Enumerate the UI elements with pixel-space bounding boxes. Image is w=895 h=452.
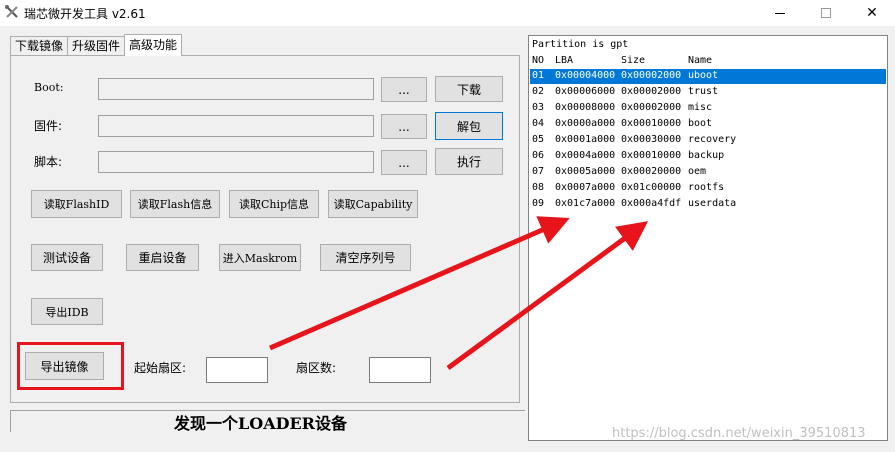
sector-count-label: 扇区数: <box>296 361 337 375</box>
row-size: 0x000a4fdf <box>621 198 682 209</box>
read-chip-info-button[interactable]: 读取Chip信息 <box>229 190 319 218</box>
export-idb-button[interactable]: 导出IDB <box>31 298 103 325</box>
tab-download-image[interactable]: 下载镜像 <box>10 36 69 56</box>
row-size: 0x00030000 <box>621 134 682 145</box>
row-name: uboot <box>688 70 719 81</box>
partition-row[interactable]: 02 0x00006000 0x00002000 trust <box>530 85 886 100</box>
read-capability-button[interactable]: 读取Capability <box>328 190 418 218</box>
row-lba: 0x0007a000 <box>555 182 616 193</box>
firmware-path-input[interactable] <box>98 115 374 137</box>
row-name: trust <box>688 86 719 97</box>
row-size: 0x00002000 <box>621 102 682 113</box>
row-size: 0x00010000 <box>621 150 682 161</box>
script-browse-button[interactable]: ... <box>381 150 427 175</box>
col-size: Size <box>621 55 646 66</box>
row-size: 0x00010000 <box>621 118 682 129</box>
tab-strip: 下载镜像 升级固件 高级功能 <box>10 34 183 56</box>
row-no: 02 <box>532 86 545 97</box>
row-lba: 0x00006000 <box>555 86 616 97</box>
tab-upgrade-firmware[interactable]: 升级固件 <box>67 36 126 56</box>
partition-row[interactable]: 04 0x0000a000 0x00010000 boot <box>530 117 886 132</box>
window-title: 瑞芯微开发工具 v2.61 <box>24 7 146 21</box>
partition-row[interactable]: 08 0x0007a000 0x01c00000 rootfs <box>530 181 886 196</box>
boot-label: Boot: <box>34 81 64 94</box>
row-no: 08 <box>532 182 545 193</box>
row-no: 09 <box>532 198 545 209</box>
test-device-button[interactable]: 测试设备 <box>31 244 103 271</box>
row-no: 03 <box>532 102 545 113</box>
close-icon: ✕ <box>866 5 878 21</box>
partition-row[interactable]: 07 0x0005a000 0x00020000 oem <box>530 165 886 180</box>
tools-icon <box>4 4 20 20</box>
row-lba: 0x0000a000 <box>555 118 616 129</box>
row-name: userdata <box>688 198 737 209</box>
row-no: 04 <box>532 118 545 129</box>
row-lba: 0x00008000 <box>555 102 616 113</box>
row-no: 01 <box>532 70 545 81</box>
unpack-button[interactable]: 解包 <box>435 112 503 140</box>
row-size: 0x00020000 <box>621 166 682 177</box>
enter-maskrom-button[interactable]: 进入Maskrom <box>219 244 301 271</box>
boot-path-input[interactable] <box>98 78 374 100</box>
sector-count-input[interactable] <box>369 357 431 383</box>
reset-device-button[interactable]: 重启设备 <box>126 244 199 271</box>
partition-row[interactable]: 06 0x0004a000 0x00010000 backup <box>530 149 886 164</box>
partition-columns: NO LBA Size Name <box>530 54 886 69</box>
maximize-icon <box>821 8 831 18</box>
row-name: oem <box>688 166 707 177</box>
execute-button[interactable]: 执行 <box>435 148 503 175</box>
partition-header: Partition is gpt <box>532 39 629 50</box>
row-name: recovery <box>688 134 737 145</box>
row-no: 07 <box>532 166 545 177</box>
row-size: 0x01c00000 <box>621 182 682 193</box>
row-size: 0x00002000 <box>621 70 682 81</box>
minimize-icon <box>775 12 785 14</box>
tab-advanced[interactable]: 高级功能 <box>124 34 183 56</box>
row-lba: 0x0001a000 <box>555 134 616 145</box>
row-name: boot <box>688 118 713 129</box>
partition-row[interactable]: 01 0x00004000 0x00002000 uboot <box>530 69 886 84</box>
row-no: 06 <box>532 150 545 161</box>
clear-serial-button[interactable]: 清空序列号 <box>320 244 411 271</box>
row-lba: 0x0005a000 <box>555 166 616 177</box>
firmware-label: 固件: <box>34 119 63 133</box>
download-button[interactable]: 下载 <box>435 76 503 102</box>
status-message: 发现一个LOADER设备 <box>174 414 347 433</box>
col-lba: LBA <box>555 55 574 66</box>
maximize-button[interactable] <box>803 0 849 26</box>
start-sector-label: 起始扇区: <box>134 361 187 375</box>
read-flash-id-button[interactable]: 读取FlashID <box>31 190 122 218</box>
col-name: Name <box>688 55 713 66</box>
row-lba: 0x01c7a000 <box>555 198 616 209</box>
row-lba: 0x0004a000 <box>555 150 616 161</box>
row-size: 0x00002000 <box>621 86 682 97</box>
row-name: misc <box>688 102 713 113</box>
start-sector-input[interactable] <box>206 357 268 383</box>
minimize-button[interactable] <box>757 0 803 26</box>
row-name: rootfs <box>688 182 725 193</box>
annotation-highlight-box <box>17 342 124 390</box>
col-no: NO <box>532 55 545 66</box>
row-name: backup <box>688 150 725 161</box>
title-bar: 瑞芯微开发工具 v2.61 ✕ <box>0 0 895 26</box>
watermark-text: https://blog.csdn.net/weixin_39510813 <box>612 426 866 441</box>
partition-row[interactable]: 05 0x0001a000 0x00030000 recovery <box>530 133 886 148</box>
read-flash-info-button[interactable]: 读取Flash信息 <box>130 190 220 218</box>
firmware-browse-button[interactable]: ... <box>381 114 427 139</box>
close-button[interactable]: ✕ <box>849 0 895 26</box>
partition-list[interactable]: Partition is gpt NO LBA Size Name 01 0x0… <box>528 35 888 441</box>
script-path-input[interactable] <box>98 151 374 173</box>
row-no: 05 <box>532 134 545 145</box>
partition-row[interactable]: 09 0x01c7a000 0x000a4fdf userdata <box>530 197 886 212</box>
row-lba: 0x00004000 <box>555 70 616 81</box>
partition-row[interactable]: 03 0x00008000 0x00002000 misc <box>530 101 886 116</box>
script-label: 脚本: <box>34 155 63 169</box>
boot-browse-button[interactable]: ... <box>381 77 427 102</box>
